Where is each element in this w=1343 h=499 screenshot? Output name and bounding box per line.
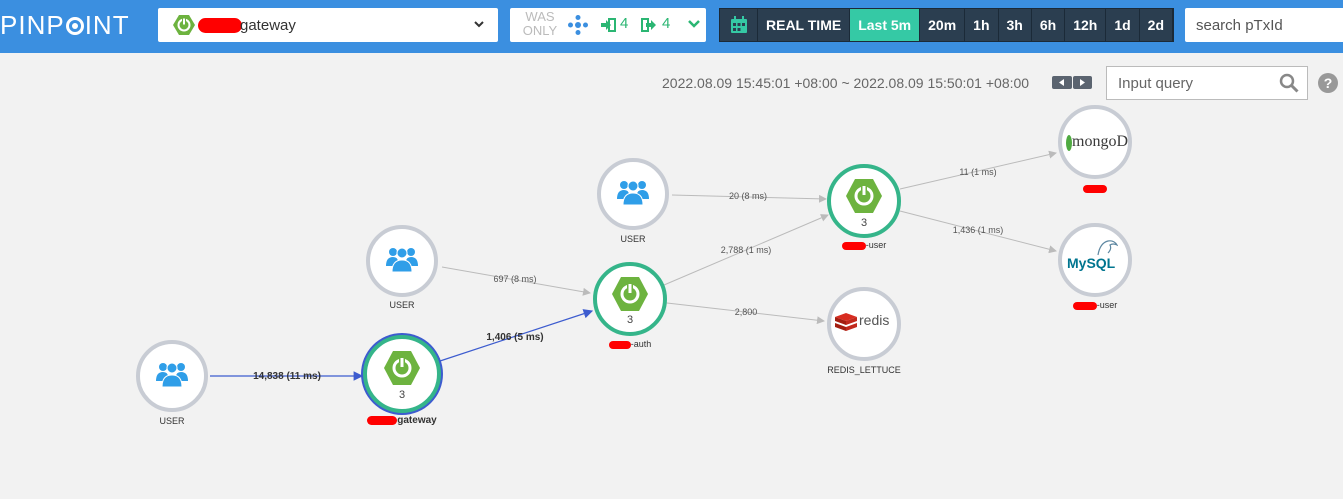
node-label: -user (827, 240, 901, 250)
redis-logo-text: redis (859, 312, 890, 328)
inbound-icon (601, 18, 616, 32)
txid-search (1185, 8, 1343, 42)
network-icon[interactable] (568, 15, 588, 35)
node-name: -user (865, 240, 887, 250)
node-redis[interactable]: redis REDIS_LETTUCE (827, 287, 901, 375)
edge-label: 1,436 (1 ms) (953, 225, 1004, 235)
node-label (1058, 183, 1132, 193)
node-label: USER (159, 416, 185, 426)
users-icon (386, 247, 418, 273)
inbound-count: 4 (620, 15, 629, 32)
top-bar: PINP INT gateway WAS ONLY 4 4 REAL TIME … (0, 0, 1343, 53)
edge-user-service-mysql[interactable]: 1,436 (1 ms) (899, 210, 1057, 254)
node-mysql[interactable]: MySQL -user (1058, 223, 1132, 310)
time-range-selector: REAL TIME Last 5m 20m 1h 3h 6h 12h 1d 2d (719, 8, 1174, 42)
range-real-time[interactable]: REAL TIME (758, 9, 851, 41)
edge-label: 2,800 (735, 307, 758, 317)
edge-auth-redis[interactable]: 2,800 (666, 302, 825, 325)
edge-label: 2,788 (1 ms) (721, 245, 772, 255)
node-name: gateway (397, 415, 437, 426)
node-user-service[interactable]: 3 -user (827, 164, 901, 250)
node-user[interactable]: USER (136, 340, 208, 426)
server-filter[interactable]: WAS ONLY 4 4 (510, 8, 706, 42)
node-label: -auth (593, 339, 667, 349)
node-label: -user (1058, 300, 1132, 310)
edge-label: 1,406 (5 ms) (486, 332, 543, 343)
node-label: gateway (357, 415, 447, 426)
mysql-logo-text: MySQL (1067, 255, 1116, 271)
node-name: -user (1096, 300, 1118, 310)
calendar-icon (731, 16, 747, 33)
instance-count: 3 (398, 389, 406, 401)
node-user[interactable]: USER (597, 158, 669, 244)
node-auth[interactable]: 3 -auth (593, 262, 667, 349)
redacted-mark (608, 340, 631, 349)
chevron-down-icon[interactable] (688, 19, 700, 29)
application-name: gateway (240, 17, 296, 34)
range-2d[interactable]: 2d (1140, 9, 1173, 41)
users-icon (617, 180, 649, 206)
redis-icon (835, 313, 857, 331)
node-gateway[interactable]: 3 gateway (363, 335, 441, 426)
chevron-down-icon (474, 21, 484, 28)
redacted-mark (1083, 184, 1107, 193)
edge-label: 11 (1 ms) (959, 167, 996, 177)
edge-user-gateway[interactable]: 14,838 (11 ms) (210, 371, 364, 382)
instance-count: 3 (626, 314, 634, 326)
spring-boot-icon (846, 179, 882, 213)
node-label: USER (389, 300, 415, 310)
node-mongodb[interactable]: mongoDB (1058, 105, 1132, 193)
edge-label: 697 (8 ms) (493, 274, 536, 284)
outbound-icon (641, 18, 656, 32)
pinpoint-logo[interactable]: PINP INT (0, 10, 130, 41)
range-12h[interactable]: 12h (1065, 9, 1107, 41)
node-label: REDIS_LETTUCE (827, 365, 901, 375)
mysql-dolphin-icon (1097, 240, 1118, 256)
range-20m[interactable]: 20m (920, 9, 966, 41)
users-icon (156, 362, 188, 388)
range-6h[interactable]: 6h (1032, 9, 1066, 41)
edge-auth-user-service[interactable]: 2,788 (1 ms) (663, 214, 829, 286)
node-user[interactable]: USER (366, 225, 438, 310)
range-3h[interactable]: 3h (999, 9, 1032, 41)
node-name: -auth (630, 339, 652, 349)
edge-user-service-mongodb[interactable]: 11 (1 ms) (899, 150, 1057, 190)
spring-boot-icon (173, 15, 195, 35)
application-select[interactable]: gateway (158, 8, 498, 42)
edge-gateway-auth[interactable]: 1,406 (5 ms) (439, 309, 594, 362)
redacted-mark (1072, 301, 1097, 310)
redacted-mark (841, 241, 866, 250)
node-label: USER (620, 234, 646, 244)
spring-boot-icon (612, 277, 648, 311)
range-last-5m[interactable]: Last 5m (850, 9, 921, 41)
redacted-mark (367, 415, 398, 425)
calendar-button[interactable] (720, 9, 758, 41)
edge-label: 14,838 (11 ms) (253, 371, 321, 382)
server-map[interactable]: 14,838 (11 ms) 1,406 (5 ms) 697 (8 ms) 2… (0, 53, 1343, 499)
server-map-edges: 14,838 (11 ms) 1,406 (5 ms) 697 (8 ms) 2… (210, 150, 1057, 382)
spring-boot-icon (384, 351, 420, 385)
range-1d[interactable]: 1d (1106, 9, 1140, 41)
txid-search-input[interactable] (1185, 8, 1335, 42)
was-only-label: WAS ONLY (522, 9, 558, 38)
edge-user-auth[interactable]: 697 (8 ms) (441, 266, 591, 296)
redacted-mark (198, 18, 242, 33)
outbound-count: 4 (662, 15, 671, 32)
instance-count: 3 (860, 217, 868, 229)
was-only-toggle[interactable]: WAS ONLY (510, 10, 570, 38)
edge-label: 20 (8 ms) (729, 191, 767, 201)
edge-user-user-service[interactable]: 20 (8 ms) (671, 191, 827, 203)
mongodb-logo-text: mongoDB (1072, 133, 1128, 150)
range-1h[interactable]: 1h (965, 9, 999, 41)
